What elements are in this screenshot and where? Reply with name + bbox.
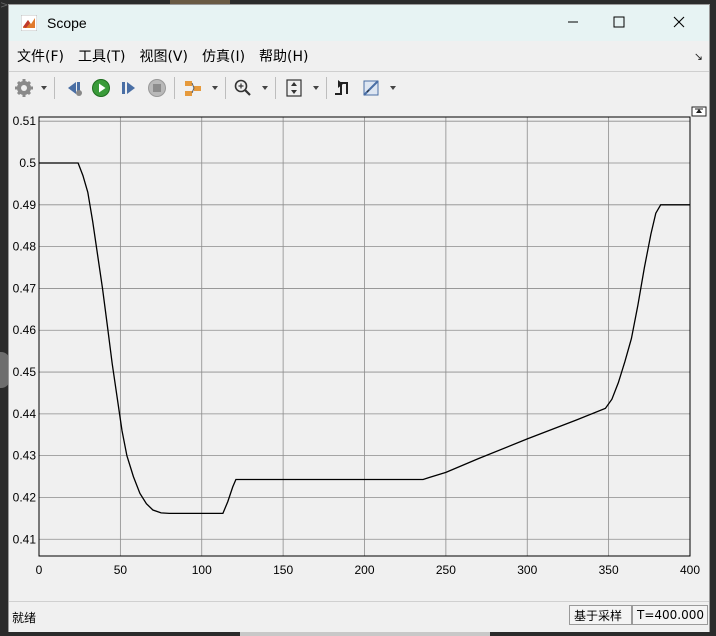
stop-icon[interactable] — [147, 78, 167, 98]
status-text: 就绪 — [12, 611, 37, 625]
x-tick-label: 100 — [192, 563, 212, 577]
close-icon — [673, 16, 685, 28]
signal-selector-dropdown-arrow[interactable] — [212, 86, 218, 90]
toolbar-separator — [174, 77, 175, 99]
y-tick-label: 0.41 — [13, 532, 37, 546]
toolbar-separator — [54, 77, 55, 99]
matlab-logo-icon — [21, 15, 37, 31]
plot-area: 0.41 0.42 0.43 0.44 0.45 0.46 0.47 0.48 0.49 0.5 0… — [9, 104, 709, 599]
x-axis: 0 50 100 150 200 250 300 350 400 — [36, 563, 701, 577]
toolbar-separator — [225, 77, 226, 99]
step-back-icon[interactable] — [64, 78, 84, 98]
menu-bar: 文件(F) 工具(T) 视图(V) 仿真(I) 帮助(H) ↘ — [9, 42, 709, 70]
measurements-icon[interactable] — [361, 78, 381, 98]
undock-button[interactable] — [691, 106, 707, 117]
toolbar — [9, 71, 709, 105]
step-forward-icon[interactable] — [119, 78, 139, 98]
y-tick-label: 0.49 — [13, 198, 37, 212]
y-tick-label: 0.44 — [13, 407, 37, 421]
scope-window: Scope 文件(F) 工具(T) 视图(V) 仿真(I) 帮助(H) ↘ 0.… — [8, 4, 710, 632]
y-axis: 0.41 0.42 0.43 0.44 0.45 0.46 0.47 0.48 0.49 0.5 0… — [13, 114, 37, 546]
toolbar-separator — [326, 77, 327, 99]
run-icon[interactable] — [91, 78, 111, 98]
maximize-icon — [613, 16, 625, 28]
zoom-dropdown-arrow[interactable] — [262, 86, 268, 90]
x-tick-label: 0 — [36, 563, 43, 577]
menu-simulation[interactable]: 仿真(I) — [202, 46, 245, 66]
signal-selector-icon[interactable] — [183, 78, 203, 98]
y-tick-label: 0.5 — [19, 156, 36, 170]
triggers-icon[interactable] — [333, 78, 353, 98]
menu-tools[interactable]: 工具(T) — [78, 46, 125, 66]
maximize-button[interactable] — [596, 5, 642, 39]
autoscale-icon[interactable] — [284, 78, 304, 98]
x-tick-label: 400 — [680, 563, 700, 577]
y-tick-label: 0.46 — [13, 323, 37, 337]
y-tick-label: 0.51 — [13, 114, 37, 128]
status-bar: 就绪 基于采样 T=400.000 — [9, 601, 709, 632]
y-tick-label: 0.43 — [13, 449, 37, 463]
x-tick-label: 150 — [273, 563, 293, 577]
zoom-icon[interactable] — [233, 78, 253, 98]
settings-dropdown-arrow[interactable] — [41, 86, 47, 90]
grid-lines — [39, 117, 690, 556]
menu-view[interactable]: 视图(V) — [139, 46, 188, 66]
settings-icon[interactable] — [14, 78, 34, 98]
y-tick-label: 0.48 — [13, 240, 37, 254]
x-tick-label: 350 — [599, 563, 619, 577]
title-bar[interactable]: Scope — [9, 5, 709, 41]
y-tick-label: 0.45 — [13, 365, 37, 379]
autoscale-dropdown-arrow[interactable] — [313, 86, 319, 90]
simulation-time: T=400.000 — [632, 605, 708, 625]
window-title: Scope — [47, 15, 87, 31]
sample-mode-indicator: 基于采样 — [569, 605, 632, 625]
close-button[interactable] — [656, 5, 702, 39]
minimize-button[interactable] — [550, 5, 596, 39]
toolbar-separator — [275, 77, 276, 99]
menu-file[interactable]: 文件(F) — [17, 46, 64, 66]
y-tick-label: 0.42 — [13, 490, 37, 504]
y-tick-label: 0.47 — [13, 281, 37, 295]
x-tick-label: 50 — [114, 563, 128, 577]
x-tick-label: 250 — [436, 563, 456, 577]
x-tick-label: 300 — [517, 563, 537, 577]
minimize-icon — [568, 21, 578, 23]
dock-arrow-icon[interactable]: ↘ — [694, 50, 703, 63]
measurements-dropdown-arrow[interactable] — [390, 86, 396, 90]
x-tick-label: 200 — [354, 563, 374, 577]
menu-help[interactable]: 帮助(H) — [259, 46, 308, 66]
scope-chart[interactable]: 0.41 0.42 0.43 0.44 0.45 0.46 0.47 0.48 0.49 0.5 0… — [9, 104, 709, 599]
